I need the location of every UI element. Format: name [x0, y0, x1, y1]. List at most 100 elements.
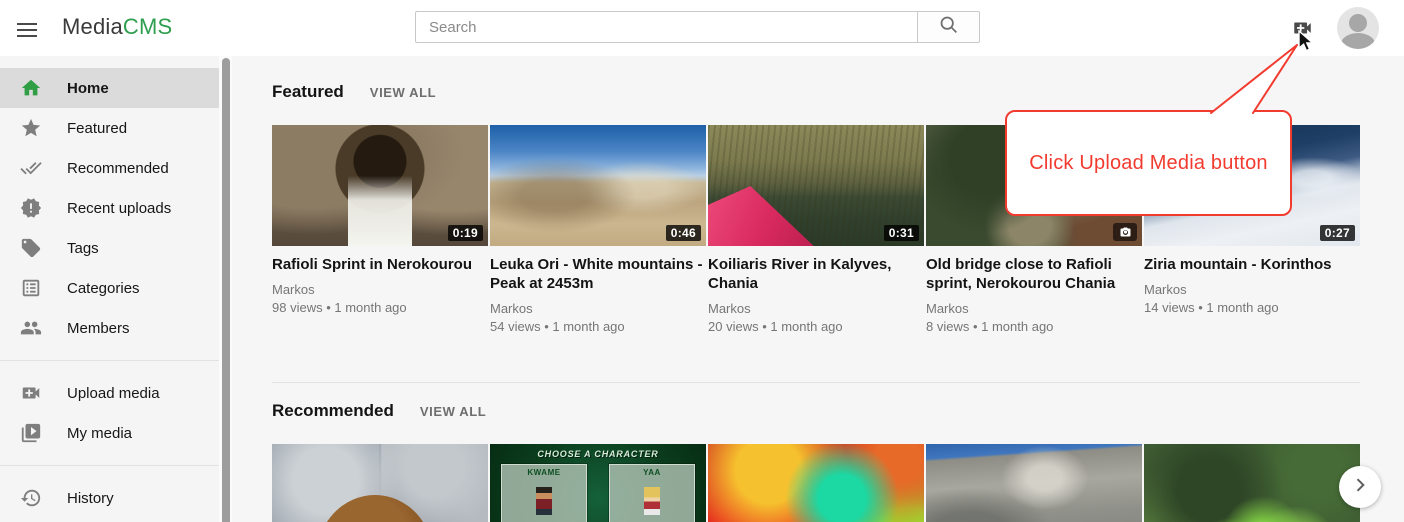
- members-icon: [19, 316, 43, 340]
- media-title[interactable]: Old bridge close to Rafioli sprint, Nero…: [926, 255, 1142, 293]
- section-title: Featured: [272, 82, 344, 102]
- media-author[interactable]: Markos: [490, 300, 706, 318]
- sidebar-item-label: Tags: [67, 240, 99, 257]
- sidebar-item-label: My media: [67, 425, 132, 442]
- duration-badge: 0:19: [448, 225, 483, 241]
- search-icon: [938, 14, 959, 40]
- media-card: 0:31 Koiliaris River in Kalyves, Chania …: [708, 125, 924, 358]
- annotation-text: Click Upload Media button: [1029, 152, 1267, 175]
- tag-icon: [19, 236, 43, 260]
- logo-cms: CMS: [123, 14, 173, 39]
- media-title[interactable]: Leuka Ori - White mountains - Peak at 24…: [490, 255, 706, 293]
- search-input[interactable]: [415, 11, 917, 43]
- sidebar-item-history[interactable]: History: [0, 478, 219, 518]
- sidebar-item-upload-media[interactable]: Upload media: [0, 373, 219, 413]
- sidebar-item-label: Featured: [67, 120, 127, 137]
- media-title[interactable]: Koiliaris River in Kalyves, Chania: [708, 255, 924, 293]
- sidebar-item-label: Recent uploads: [67, 200, 171, 217]
- sidebar-item-label: Upload media: [67, 385, 160, 402]
- sidebar-item-label: Home: [67, 80, 109, 97]
- sidebar-item-label: Members: [67, 320, 130, 337]
- view-all-link[interactable]: VIEW ALL: [370, 85, 436, 100]
- sidebar: Home Featured Recommended Recent uploads…: [0, 56, 219, 522]
- game-character-panel: KWAMESelected: [501, 464, 587, 522]
- sidebar-scrollbar-thumb[interactable]: [222, 58, 230, 522]
- media-card: 0:19 Rafioli Sprint in Nerokourou Markos…: [272, 125, 488, 358]
- sidebar-item-recent-uploads[interactable]: Recent uploads: [0, 188, 219, 228]
- sidebar-main-group: Home Featured Recommended Recent uploads…: [0, 68, 219, 348]
- carousel-next-button[interactable]: [1339, 466, 1381, 508]
- media-author[interactable]: Markos: [1144, 281, 1360, 299]
- sidebar-item-label: History: [67, 490, 114, 507]
- user-avatar[interactable]: [1337, 7, 1379, 49]
- game-character-panel: YAASelect: [609, 464, 695, 522]
- chevron-right-icon: [1350, 475, 1370, 500]
- media-card: [272, 444, 488, 522]
- categories-icon: [19, 276, 43, 300]
- sidebar-footer-group: History: [0, 478, 219, 518]
- sidebar-item-categories[interactable]: Categories: [0, 268, 219, 308]
- media-meta: 20 views • 1 month ago: [708, 318, 924, 336]
- media-thumbnail[interactable]: [272, 444, 488, 522]
- sidebar-item-members[interactable]: Members: [0, 308, 219, 348]
- media-card: [708, 444, 924, 522]
- sidebar-item-tags[interactable]: Tags: [0, 228, 219, 268]
- media-meta: 14 views • 1 month ago: [1144, 299, 1360, 317]
- sidebar-item-label: Recommended: [67, 160, 169, 177]
- avatar-body: [1341, 33, 1375, 49]
- media-thumbnail[interactable]: 0:31: [708, 125, 924, 246]
- media-author[interactable]: Markos: [926, 300, 1142, 318]
- duration-badge: 0:27: [1320, 225, 1355, 241]
- media-meta: 98 views • 1 month ago: [272, 299, 488, 317]
- media-meta: 8 views • 1 month ago: [926, 318, 1142, 336]
- media-card: [1144, 444, 1360, 522]
- home-icon: [19, 76, 43, 100]
- sidebar-divider: [0, 360, 219, 361]
- media-thumbnail[interactable]: [1144, 444, 1360, 522]
- sidebar-item-my-media[interactable]: My media: [0, 413, 219, 453]
- upload-media-button[interactable]: [1291, 17, 1314, 39]
- sidebar-item-featured[interactable]: Featured: [0, 108, 219, 148]
- media-meta: 54 views • 1 month ago: [490, 318, 706, 336]
- history-icon: [19, 486, 43, 510]
- sidebar-divider: [0, 465, 219, 466]
- duration-badge: 0:31: [884, 225, 919, 241]
- sidebar-item-home[interactable]: Home: [0, 68, 219, 108]
- media-card: CHOOSE A CHARACTER KWAMESelected YAASelect: [490, 444, 706, 522]
- media-thumbnail[interactable]: 0:46: [490, 125, 706, 246]
- duration-badge: 0:46: [666, 225, 701, 241]
- hamburger-menu-icon[interactable]: [14, 17, 40, 39]
- new-releases-icon: [19, 196, 43, 220]
- game-thumb-title: CHOOSE A CHARACTER: [490, 449, 706, 459]
- media-author[interactable]: Markos: [272, 281, 488, 299]
- sidebar-scrollbar-track[interactable]: [219, 56, 232, 522]
- media-thumbnail[interactable]: 0:19: [272, 125, 488, 246]
- media-thumbnail[interactable]: [708, 444, 924, 522]
- sidebar-item-recommended[interactable]: Recommended: [0, 148, 219, 188]
- search-bar: [415, 11, 980, 43]
- sidebar-media-group: Upload media My media: [0, 373, 219, 453]
- logo[interactable]: MediaCMS: [62, 14, 172, 40]
- media-title[interactable]: Rafioli Sprint in Nerokourou: [272, 255, 488, 274]
- top-bar: MediaCMS: [0, 0, 1404, 56]
- media-title[interactable]: Ziria mountain - Korinthos: [1144, 255, 1360, 274]
- view-all-link[interactable]: VIEW ALL: [420, 404, 486, 419]
- media-row: CHOOSE A CHARACTER KWAMESelected YAASelect: [272, 444, 1360, 522]
- upload-media-icon: [19, 381, 43, 405]
- video-call-icon: [1291, 26, 1314, 43]
- done-all-icon: [19, 156, 43, 180]
- media-thumbnail[interactable]: [926, 444, 1142, 522]
- media-card: [926, 444, 1142, 522]
- media-author[interactable]: Markos: [708, 300, 924, 318]
- section-title: Recommended: [272, 401, 394, 421]
- logo-media: Media: [62, 14, 123, 39]
- media-section: Recommended VIEW ALL CHOOSE A CHARACTER K…: [272, 382, 1360, 522]
- my-media-icon: [19, 421, 43, 445]
- search-button[interactable]: [917, 11, 980, 43]
- photo-camera-icon: [1113, 223, 1137, 241]
- sidebar-item-label: Categories: [67, 280, 140, 297]
- mediacms-app: MediaCMS Home Featured Recommended: [0, 0, 1404, 522]
- media-thumbnail[interactable]: CHOOSE A CHARACTER KWAMESelected YAASelect: [490, 444, 706, 522]
- media-card: 0:46 Leuka Ori - White mountains - Peak …: [490, 125, 706, 358]
- avatar-head: [1349, 14, 1367, 32]
